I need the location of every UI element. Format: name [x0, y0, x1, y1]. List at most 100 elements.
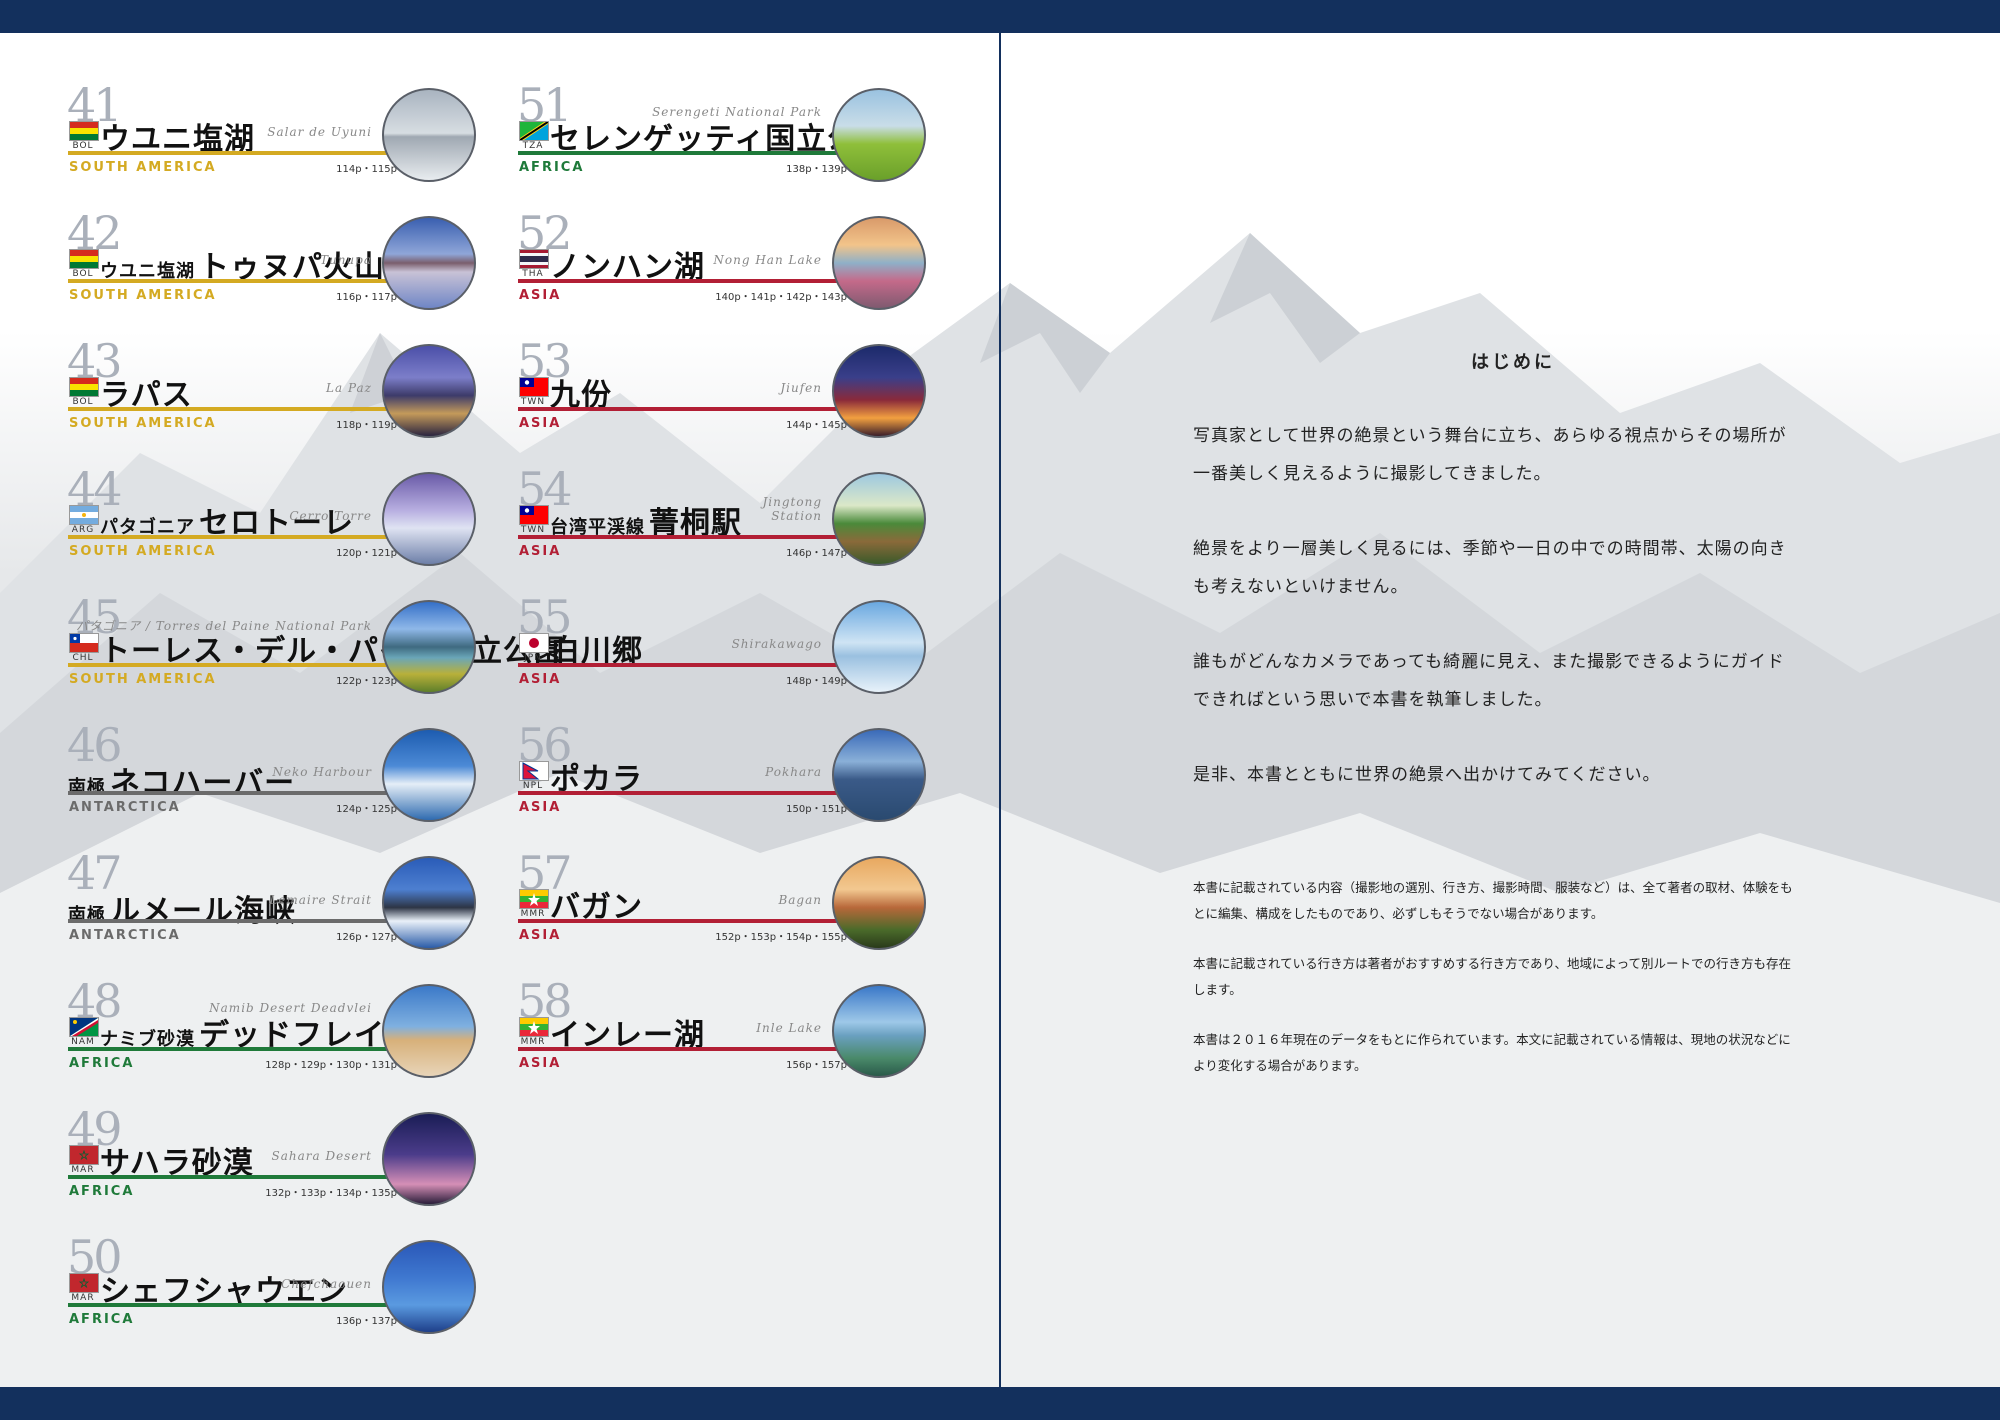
region-bar: [68, 151, 398, 155]
page-reference: 156p・157p: [786, 1060, 847, 1071]
intro-paragraph: 写真家として世界の絶景という舞台に立ち、あらゆる視点からその場所が 一番美しく見…: [1193, 417, 1833, 493]
intro-line: できればという思いで本書を執筆しました。: [1193, 690, 1553, 710]
page-reference: 128p・129p・130p・131p: [265, 1060, 397, 1071]
destination-english: Neko Harbour: [62, 765, 372, 779]
region-bar: [518, 791, 848, 795]
english-name: Cerro Torre: [289, 509, 372, 523]
disclaimer-note: 本書に記載されている行き方は著者がおすすめする行き方であり、地域によって別ルート…: [1193, 951, 1833, 1003]
page-reference: 118p・119p: [336, 420, 397, 431]
destination-english: Serengeti National Park: [512, 105, 822, 119]
english-name: Neko Harbour: [272, 765, 372, 779]
destination-english: Namib Desert Deadvlei: [62, 1001, 372, 1015]
right-page: はじめに 写真家として世界の絶景という舞台に立ち、あらゆる視点からその場所が 一…: [1001, 33, 2000, 1387]
savanna-photo: [832, 88, 926, 182]
destination-entry: 45 CHL トーレス・デル・パイネ国立公園 パタゴニア / Torres del P…: [62, 593, 564, 709]
region-bar: [518, 919, 848, 923]
english-name: Namib Desert Deadvlei: [209, 1001, 372, 1015]
country-code: TWN: [520, 397, 546, 407]
destination-entry: 43 BOL ラパス La Paz SOUTH AMERICA 118p・119p: [62, 337, 477, 453]
country-code: CHL: [72, 653, 94, 663]
destination-entry: 42 BOL ウユニ塩湖 トゥヌパ火山 Tunupa SOUTH AMERICA 116p・…: [62, 209, 477, 325]
page-reference: 146p・147p: [786, 548, 847, 559]
note-line: 本書は２０１６年現在のデータをもとに作られています。本文に記載されている情報は、…: [1193, 1032, 1791, 1047]
intro-line: も考えないといけません。: [1193, 577, 1409, 597]
lake-mountain-photo: [382, 600, 476, 694]
destination-english: パタゴニア / Torres del Paine National Park: [62, 617, 372, 634]
region-bar: [68, 407, 398, 411]
region-label: ASIA: [519, 416, 562, 431]
snow-peak-photo: [382, 856, 476, 950]
region-label: SOUTH AMERICA: [69, 288, 217, 303]
page-reference: 126p・127p: [336, 932, 397, 943]
page-reference: 124p・125p: [336, 804, 397, 815]
page-reference: 138p・139p: [786, 164, 847, 175]
region-label: ASIA: [519, 800, 562, 815]
region-label: ASIA: [519, 544, 562, 559]
region-bar: [518, 151, 848, 155]
country-code: TZA: [522, 141, 544, 151]
region-bar: [518, 279, 848, 283]
english-name: Bagan: [778, 893, 822, 907]
note-line: とに編集、構成をしたものであり、必ずしもそうでない場合があります。: [1193, 906, 1604, 921]
destination-entry: 44 ARG パタゴニア セロトーレ Cerro Torre SOUTH AMERICA 1…: [62, 465, 477, 581]
region-bar: [518, 1047, 848, 1051]
note-line: 本書に記載されている内容（撮影地の選別、行き方、撮影時間、服装など）は、全て著者…: [1193, 880, 1793, 895]
destination-english: Sahara Desert: [62, 1149, 372, 1163]
region-label: ANTARCTICA: [69, 800, 181, 815]
region-bar: [518, 407, 848, 411]
left-page: 41 BOL ウユニ塩湖 Salar de Uyuni SOUTH AMERICA 114…: [0, 33, 999, 1387]
destination-english: Salar de Uyuni: [62, 125, 372, 139]
country-code: NAM: [71, 1037, 95, 1047]
english-name: Serengeti National Park: [652, 105, 822, 119]
country-code: JPN: [524, 653, 542, 663]
destination-entry: 55 JPN 白川郷 Shirakawago ASIA 148p・149p: [512, 593, 927, 709]
intro-title: はじめに: [1471, 352, 1555, 373]
country-code: THA: [522, 269, 544, 279]
disclaimer-note: 本書に記載されている内容（撮影地の選別、行き方、撮影時間、服装など）は、全て著者…: [1193, 875, 1833, 927]
note-line: 本書に記載されている行き方は著者がおすすめする行き方であり、地域によって別ルート…: [1193, 956, 1792, 971]
country-code: MAR: [71, 1165, 95, 1175]
country-code: BOL: [72, 141, 94, 151]
region-bar: [518, 663, 848, 667]
destination-entry: 49 MAR サハラ砂漠 Sahara Desert AFRICA 132p・133p・1…: [62, 1105, 477, 1221]
intro-paragraph: 誰もがどんなカメラであっても綺麗に見え、また撮影できるようにガイド できればとい…: [1193, 643, 1833, 719]
english-name: Inle Lake: [756, 1021, 822, 1035]
region-label: AFRICA: [519, 160, 585, 175]
english-name: Jiufen: [780, 381, 822, 395]
page-reference: 140p・141p・142p・143p: [715, 292, 847, 303]
destination-entry: 58 MMR インレー湖 Inle Lake ASIA 156p・157p: [512, 977, 927, 1093]
region-label: SOUTH AMERICA: [69, 672, 217, 687]
destination-entry: 46 南極 ネコハーバー Neko Harbour ANTARCTICA 124p・125…: [62, 721, 477, 837]
english-name: Chefchaouen: [281, 1277, 372, 1291]
glacier-photo: [382, 728, 476, 822]
snow-village-photo: [832, 600, 926, 694]
region-label: AFRICA: [69, 1312, 135, 1327]
volcano-photo: [382, 216, 476, 310]
salt-flat-photo: [382, 88, 476, 182]
lantern-town-photo: [832, 344, 926, 438]
english-name: La Paz: [326, 381, 372, 395]
destination-english: Shirakawago: [512, 637, 822, 651]
namibia-flag: [69, 1017, 99, 1037]
region-bar: [68, 1175, 398, 1179]
english-name-line2: Station: [771, 509, 822, 523]
region-bar: [68, 279, 398, 283]
region-label: ASIA: [519, 928, 562, 943]
region-label: ANTARCTICA: [69, 928, 181, 943]
lotus-lake-photo: [832, 216, 926, 310]
page-reference: 120p・121p: [336, 548, 397, 559]
intro-line: 写真家として世界の絶景という舞台に立ち、あらゆる視点からその場所が: [1193, 426, 1787, 446]
english-name: Nong Han Lake: [713, 253, 822, 267]
region-label: SOUTH AMERICA: [69, 416, 217, 431]
destination-entry: 50 MAR シェフシャウエン Chefchaouen AFRICA 136p・137p: [62, 1233, 477, 1349]
destination-entry: 52 THA ノンハン湖 Nong Han Lake ASIA 140p・141p・142…: [512, 209, 927, 325]
country-code: MMR: [520, 909, 546, 919]
region-label: AFRICA: [69, 1184, 135, 1199]
intro-line: 絶景をより一層美しく見るには、季節や一日の中での時間帯、太陽の向き: [1193, 539, 1787, 559]
page-reference: 132p・133p・134p・135p: [265, 1188, 397, 1199]
destination-entry: 56 NPL ポカラ Pokhara ASIA 150p・151p: [512, 721, 927, 837]
city-night-photo: [382, 344, 476, 438]
page-reference: 136p・137p: [336, 1316, 397, 1327]
destination-english: Nong Han Lake: [512, 253, 822, 267]
page-reference: 152p・153p・154p・155p: [715, 932, 847, 943]
